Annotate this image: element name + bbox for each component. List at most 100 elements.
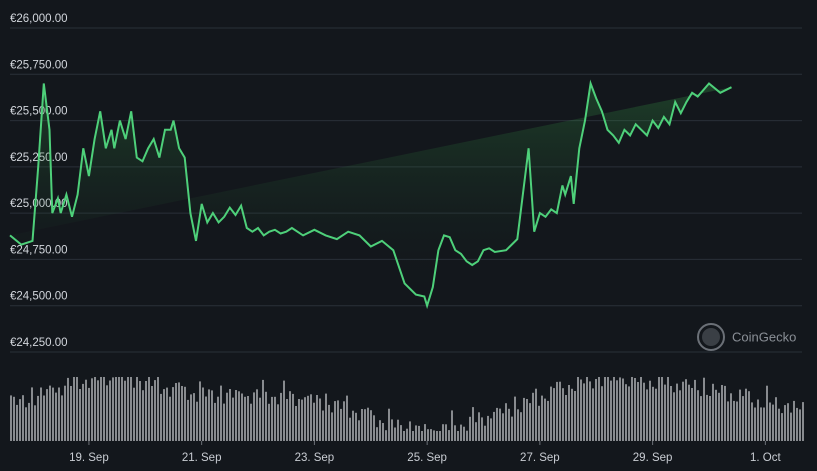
- volume-bar: [448, 430, 450, 441]
- volume-bar: [472, 407, 474, 441]
- volume-bar: [787, 403, 789, 441]
- volume-bar: [679, 390, 681, 441]
- volume-bars: [10, 377, 804, 441]
- volume-bar: [271, 396, 273, 441]
- volume-bar: [316, 395, 318, 441]
- volume-bar: [241, 393, 243, 441]
- watermark-text: CoinGecko: [732, 330, 796, 345]
- volume-bar: [208, 389, 210, 441]
- volume-bar: [82, 383, 84, 441]
- volume-bar: [91, 378, 93, 441]
- volume-bar: [709, 396, 711, 441]
- volume-bar: [298, 399, 300, 441]
- volume-bar: [265, 391, 267, 441]
- volume-bar: [784, 405, 786, 441]
- volume-bar: [376, 427, 378, 441]
- volume-bar: [646, 389, 648, 441]
- volume-bar: [700, 396, 702, 441]
- volume-bar: [403, 431, 405, 441]
- volume-bar: [718, 392, 720, 441]
- volume-bar: [604, 377, 606, 441]
- volume-bar: [385, 430, 387, 441]
- volume-bar: [292, 393, 294, 441]
- volume-bar: [13, 396, 15, 441]
- volume-bar: [151, 386, 153, 441]
- volume-bar: [685, 379, 687, 441]
- volume-bar: [283, 380, 285, 441]
- volume-bar: [751, 402, 753, 441]
- volume-bar: [115, 377, 117, 441]
- volume-bar: [31, 387, 33, 441]
- volume-bar: [697, 390, 699, 441]
- volume-bar: [85, 379, 87, 441]
- volume-bar: [757, 399, 759, 441]
- volume-bar: [424, 424, 426, 441]
- volume-bar: [289, 391, 291, 441]
- volume-bar: [415, 425, 417, 441]
- volume-bar: [583, 383, 585, 441]
- volume-bar: [322, 410, 324, 441]
- volume-bar: [511, 416, 513, 441]
- volume-bar: [676, 383, 678, 441]
- volume-bar: [544, 398, 546, 441]
- volume-bar: [37, 395, 39, 441]
- volume-bar: [586, 377, 588, 441]
- volume-bar: [100, 377, 102, 441]
- volume-bar: [238, 391, 240, 441]
- volume-bar: [559, 381, 561, 441]
- volume-bar: [493, 411, 495, 441]
- volume-bar: [52, 387, 54, 441]
- volume-bar: [130, 377, 132, 441]
- price-area-fill: [10, 83, 732, 306]
- volume-bar: [199, 381, 201, 441]
- volume-bar: [49, 385, 51, 441]
- volume-bar: [760, 407, 762, 441]
- coingecko-watermark: CoinGecko: [697, 323, 796, 351]
- volume-bar: [727, 401, 729, 441]
- volume-bar: [421, 431, 423, 441]
- volume-bar: [613, 377, 615, 441]
- volume-bar: [547, 400, 549, 441]
- volume-bar: [610, 380, 612, 441]
- volume-bar: [463, 426, 465, 441]
- volume-bar: [538, 405, 540, 441]
- volume-bar: [226, 392, 228, 441]
- volume-bar: [61, 395, 63, 441]
- volume-bar: [625, 384, 627, 441]
- volume-bar: [181, 386, 183, 441]
- volume-bar: [343, 401, 345, 441]
- volume-bar: [535, 388, 537, 441]
- y-tick-label: €24,500.00: [10, 291, 68, 303]
- volume-bar: [10, 395, 12, 441]
- volume-bar: [457, 431, 459, 441]
- volume-bar: [166, 387, 168, 441]
- volume-bar: [589, 381, 591, 441]
- volume-bar: [367, 407, 369, 441]
- volume-bar: [532, 392, 534, 441]
- coingecko-logo-inner: [702, 328, 720, 346]
- volume-bar: [196, 401, 198, 441]
- volume-bar: [22, 395, 24, 441]
- volume-bar: [571, 388, 573, 441]
- volume-bar: [592, 388, 594, 441]
- volume-bar: [280, 392, 282, 441]
- volume-bar: [772, 404, 774, 441]
- volume-bar: [94, 377, 96, 441]
- volume-bar: [229, 389, 231, 441]
- price-chart: €26,000.00€25,750.00€25,500.00€25,250.00…: [9, 13, 804, 464]
- volume-bar: [214, 402, 216, 441]
- volume-bar: [202, 387, 204, 441]
- volume-bar: [244, 396, 246, 441]
- volume-bar: [28, 402, 30, 441]
- x-tick-label: 25. Sep: [407, 452, 447, 464]
- volume-bar: [577, 377, 579, 441]
- volume-bar: [70, 386, 72, 441]
- volume-bar: [73, 377, 75, 441]
- volume-bar: [175, 383, 177, 441]
- volume-bar: [724, 385, 726, 441]
- y-tick-label: €25,750.00: [10, 59, 68, 71]
- volume-bar: [682, 381, 684, 441]
- volume-bar: [358, 420, 360, 441]
- volume-bar: [361, 409, 363, 441]
- volume-bar: [352, 410, 354, 441]
